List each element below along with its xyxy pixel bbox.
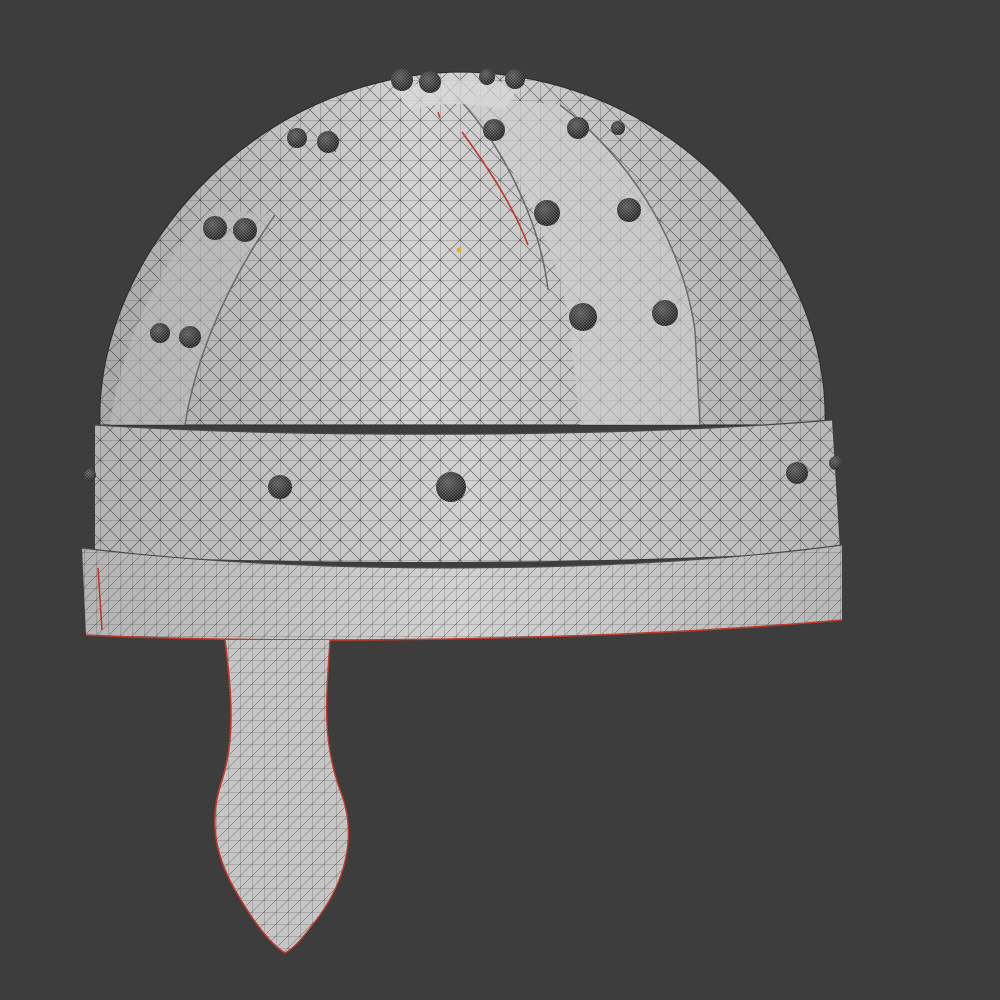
rivet bbox=[419, 71, 441, 93]
brow-band-upper[interactable] bbox=[94, 419, 840, 562]
rivet bbox=[505, 69, 525, 89]
viewport-canvas[interactable] bbox=[0, 0, 1000, 1000]
rivet bbox=[84, 469, 96, 481]
rivet bbox=[203, 216, 227, 240]
rivet bbox=[391, 69, 413, 91]
rivet bbox=[652, 300, 678, 326]
rivet bbox=[483, 119, 505, 141]
rivet bbox=[829, 456, 843, 470]
rivet bbox=[436, 472, 466, 502]
rivet bbox=[179, 326, 201, 348]
rivet bbox=[287, 128, 307, 148]
rivet bbox=[786, 462, 808, 484]
rivet bbox=[617, 198, 641, 222]
rivet bbox=[569, 303, 597, 331]
object-origin-icon[interactable] bbox=[456, 247, 462, 253]
nasal-guard[interactable] bbox=[213, 639, 350, 954]
rivet bbox=[534, 200, 560, 226]
rivet bbox=[233, 218, 257, 242]
rivet bbox=[317, 131, 339, 153]
rivet bbox=[150, 323, 170, 343]
rivet bbox=[611, 121, 625, 135]
3d-viewport[interactable] bbox=[0, 0, 1000, 1000]
rivet bbox=[567, 117, 589, 139]
rivet bbox=[479, 69, 495, 85]
rivet bbox=[268, 475, 292, 499]
